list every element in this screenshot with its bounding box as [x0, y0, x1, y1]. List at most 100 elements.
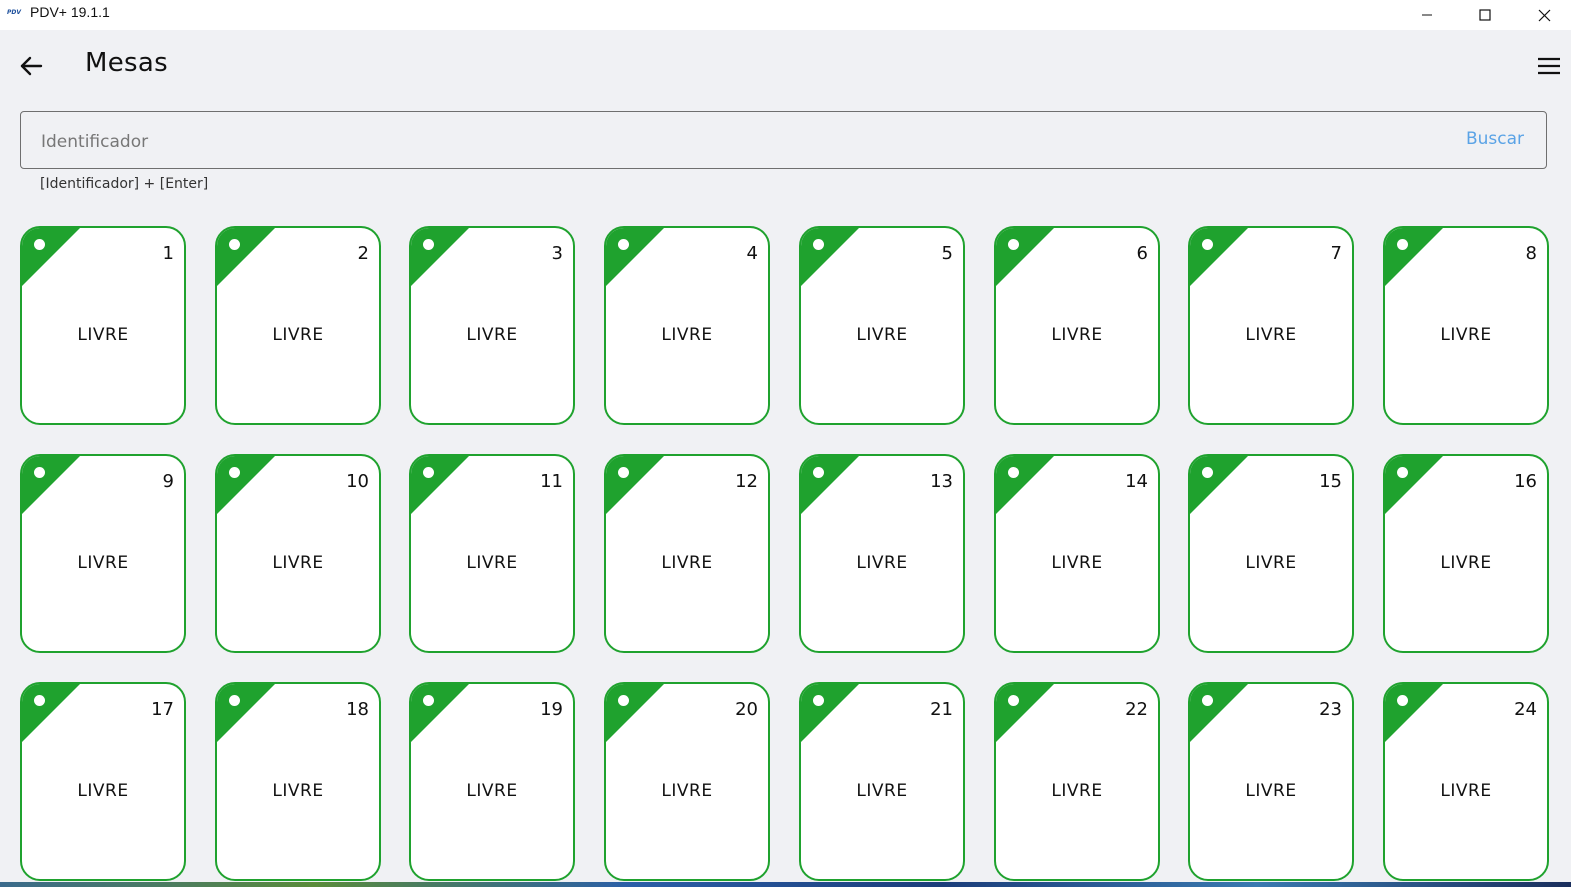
status-dot-icon — [1202, 239, 1213, 250]
table-status: LIVRE — [661, 553, 713, 573]
status-dot-icon — [1008, 239, 1019, 250]
back-button[interactable] — [14, 50, 48, 82]
table-card[interactable]: 4 LIVRE — [604, 226, 770, 425]
table-status: LIVRE — [77, 553, 129, 573]
status-dot-icon — [1008, 467, 1019, 478]
table-number: 24 — [1514, 699, 1537, 720]
maximize-button[interactable] — [1462, 0, 1508, 30]
table-card[interactable]: 10 LIVRE — [215, 454, 381, 653]
status-dot-icon — [813, 467, 824, 478]
table-card[interactable]: 24 LIVRE — [1383, 682, 1549, 881]
table-number: 2 — [357, 243, 369, 264]
status-corner-marker — [996, 684, 1056, 744]
table-status: LIVRE — [1440, 553, 1492, 573]
status-dot-icon — [34, 695, 45, 706]
table-number: 8 — [1525, 243, 1537, 264]
table-status: LIVRE — [1440, 781, 1492, 801]
table-card[interactable]: 1 LIVRE — [20, 226, 186, 425]
table-number: 10 — [346, 471, 369, 492]
table-number: 23 — [1319, 699, 1342, 720]
table-status: LIVRE — [77, 325, 129, 345]
table-status: LIVRE — [1440, 325, 1492, 345]
table-card[interactable]: 19 LIVRE — [409, 682, 575, 881]
table-card[interactable]: 2 LIVRE — [215, 226, 381, 425]
status-dot-icon — [618, 239, 629, 250]
status-corner-marker — [217, 456, 277, 516]
table-status: LIVRE — [1051, 325, 1103, 345]
table-number: 7 — [1330, 243, 1342, 264]
table-card[interactable]: 15 LIVRE — [1188, 454, 1354, 653]
table-number: 6 — [1136, 243, 1148, 264]
table-number: 16 — [1514, 471, 1537, 492]
status-corner-marker — [1385, 456, 1445, 516]
window-titlebar: PDV PDV+ 19.1.1 — [0, 0, 1571, 30]
table-number: 5 — [941, 243, 953, 264]
table-status: LIVRE — [1245, 781, 1297, 801]
table-card[interactable]: 6 LIVRE — [994, 226, 1160, 425]
table-card[interactable]: 5 LIVRE — [799, 226, 965, 425]
status-corner-marker — [217, 228, 277, 288]
table-card[interactable]: 22 LIVRE — [994, 682, 1160, 881]
window-title: PDV+ 19.1.1 — [30, 4, 110, 20]
table-card[interactable]: 7 LIVRE — [1188, 226, 1354, 425]
table-number: 22 — [1125, 699, 1148, 720]
table-status: LIVRE — [466, 553, 518, 573]
maximize-icon — [1479, 9, 1491, 21]
table-card[interactable]: 12 LIVRE — [604, 454, 770, 653]
status-corner-marker — [801, 684, 861, 744]
close-icon — [1538, 9, 1550, 21]
table-number: 15 — [1319, 471, 1342, 492]
table-status: LIVRE — [77, 781, 129, 801]
status-dot-icon — [618, 467, 629, 478]
table-number: 12 — [735, 471, 758, 492]
status-corner-marker — [217, 684, 277, 744]
status-corner-marker — [606, 228, 666, 288]
status-corner-marker — [1190, 684, 1250, 744]
status-corner-marker — [606, 456, 666, 516]
table-card[interactable]: 20 LIVRE — [604, 682, 770, 881]
table-number: 20 — [735, 699, 758, 720]
table-card[interactable]: 8 LIVRE — [1383, 226, 1549, 425]
table-status: LIVRE — [272, 325, 324, 345]
table-number: 18 — [346, 699, 369, 720]
status-dot-icon — [1008, 695, 1019, 706]
minimize-button[interactable] — [1404, 0, 1450, 30]
table-card[interactable]: 18 LIVRE — [215, 682, 381, 881]
table-card[interactable]: 9 LIVRE — [20, 454, 186, 653]
status-corner-marker — [411, 228, 471, 288]
table-card[interactable]: 23 LIVRE — [1188, 682, 1354, 881]
table-card[interactable]: 3 LIVRE — [409, 226, 575, 425]
table-card[interactable]: 13 LIVRE — [799, 454, 965, 653]
table-card[interactable]: 21 LIVRE — [799, 682, 965, 881]
table-status: LIVRE — [1245, 553, 1297, 573]
menu-button[interactable] — [1532, 52, 1566, 80]
table-status: LIVRE — [856, 781, 908, 801]
close-button[interactable] — [1521, 0, 1567, 30]
taskbar-edge — [0, 882, 1571, 887]
table-number: 1 — [162, 243, 174, 264]
status-dot-icon — [34, 467, 45, 478]
table-status: LIVRE — [272, 553, 324, 573]
table-status: LIVRE — [466, 781, 518, 801]
search-button[interactable]: Buscar — [1466, 129, 1524, 149]
table-number: 19 — [540, 699, 563, 720]
status-dot-icon — [1397, 467, 1408, 478]
status-corner-marker — [411, 456, 471, 516]
table-number: 14 — [1125, 471, 1148, 492]
table-number: 11 — [540, 471, 563, 492]
status-dot-icon — [1397, 695, 1408, 706]
status-corner-marker — [996, 456, 1056, 516]
table-status: LIVRE — [1245, 325, 1297, 345]
status-corner-marker — [22, 456, 82, 516]
table-number: 13 — [930, 471, 953, 492]
table-card[interactable]: 16 LIVRE — [1383, 454, 1549, 653]
status-dot-icon — [34, 239, 45, 250]
table-card[interactable]: 17 LIVRE — [20, 682, 186, 881]
table-number: 9 — [162, 471, 174, 492]
status-corner-marker — [411, 684, 471, 744]
table-card[interactable]: 14 LIVRE — [994, 454, 1160, 653]
status-dot-icon — [229, 695, 240, 706]
table-status: LIVRE — [1051, 553, 1103, 573]
identifier-search-input[interactable] — [39, 126, 1423, 158]
table-card[interactable]: 11 LIVRE — [409, 454, 575, 653]
